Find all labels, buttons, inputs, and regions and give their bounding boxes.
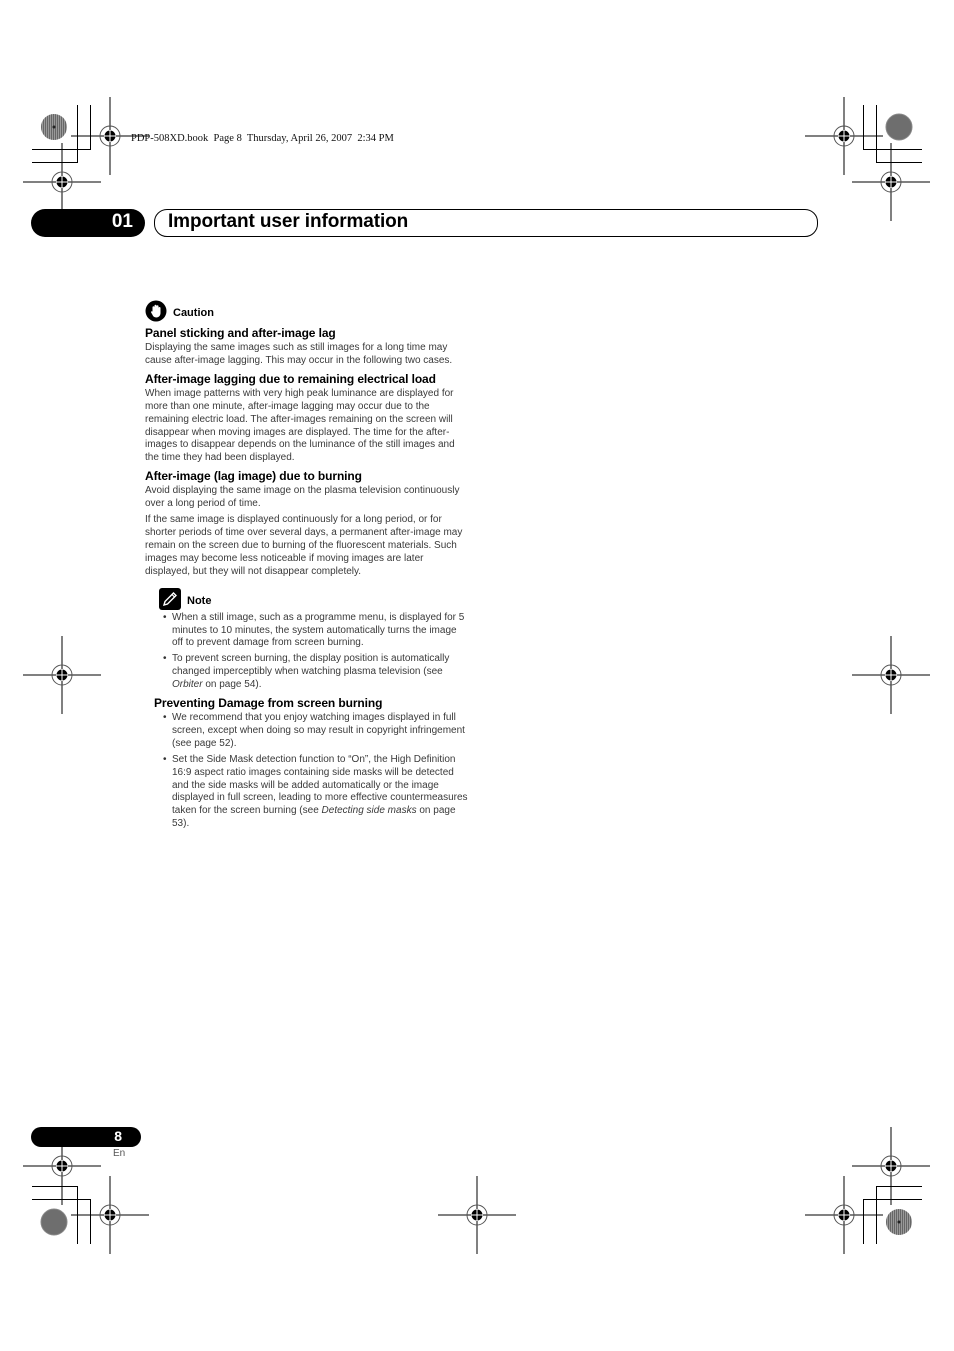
body-paragraph: When image patterns with very high peak … [145, 387, 455, 464]
note-list: When a still image, such as a programme … [154, 612, 470, 692]
preventing-list: We recommend that you enjoy watching ima… [154, 712, 470, 831]
registration-mark-icon [852, 143, 930, 221]
star-target-icon [39, 112, 69, 142]
star-target-icon [884, 1207, 914, 1237]
section-heading: Panel sticking and after-image lag [145, 326, 336, 340]
hand-stop-icon [145, 300, 167, 322]
caution-label: Caution [173, 307, 214, 319]
note-callout: Note [159, 587, 470, 610]
halftone-target-icon [39, 1207, 69, 1237]
chapter-title-box: Important user information [154, 209, 818, 237]
chapter-number-badge: 01 [31, 209, 145, 237]
section-heading: Preventing Damage from screen burning [154, 696, 383, 711]
page-number: 8 [114, 1128, 122, 1144]
registration-mark-icon [438, 1176, 516, 1254]
registration-mark-icon [23, 636, 101, 714]
section-heading: After-image lagging due to remaining ele… [145, 371, 436, 386]
registration-mark-icon [71, 1176, 149, 1254]
cross-reference: Detecting side masks [321, 805, 417, 817]
halftone-target-icon [884, 112, 914, 142]
list-item: Set the Side Mask detection function to … [154, 754, 470, 831]
cross-reference: Orbiter [172, 679, 203, 691]
registration-mark-icon [852, 1127, 930, 1205]
list-item: When a still image, such as a programme … [154, 612, 470, 651]
body-paragraph: Avoid displaying the same image on the p… [145, 485, 460, 510]
chapter-title: Important user information [168, 211, 409, 232]
caution-callout: Caution [145, 300, 470, 322]
section-heading: After-image (lag image) due to burning [145, 469, 362, 484]
pencil-note-icon [159, 587, 181, 610]
body-paragraph: Displaying the same images such as still… [145, 342, 453, 366]
body-paragraph: If the same image is displayed continuou… [145, 514, 463, 577]
list-item: We recommend that you enjoy watching ima… [154, 712, 470, 751]
page-number-badge: 8 [31, 1127, 141, 1147]
registration-mark-icon [852, 636, 930, 714]
print-slug: PDP-508XD.book Page 8 Thursday, April 26… [131, 133, 394, 144]
list-item: To prevent screen burning, the display p… [154, 653, 470, 692]
note-label: Note [187, 594, 212, 607]
content-column: Caution Panel sticking and after-image l… [145, 300, 470, 834]
page-language: En [113, 1148, 126, 1159]
chapter-number: 01 [111, 211, 133, 232]
